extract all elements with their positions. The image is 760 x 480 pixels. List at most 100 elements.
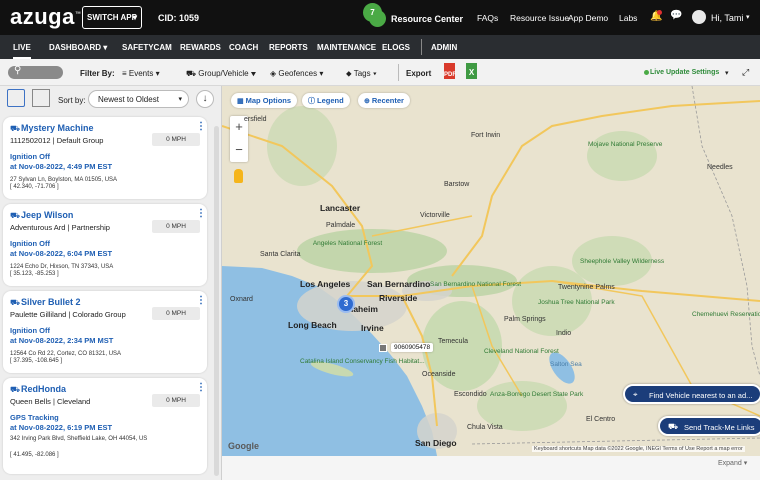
live-status-icon bbox=[644, 70, 649, 75]
legend-button[interactable]: ⓘ Legend bbox=[302, 93, 350, 108]
map-label: Temecula bbox=[438, 338, 468, 345]
grid-view-icon[interactable] bbox=[32, 89, 50, 107]
vehicle-cluster-marker[interactable]: 3 bbox=[337, 295, 355, 313]
nav-maintenance[interactable]: MAINTENANCE bbox=[317, 43, 376, 52]
chevron-down-icon: ▾ bbox=[319, 69, 324, 78]
events-filter[interactable]: ≡ Events ▾ bbox=[122, 69, 160, 78]
vehicle-timestamp: at Nov-08-2022, 6:19 PM EST bbox=[10, 423, 113, 432]
map-label: Mojave National Preserve bbox=[588, 141, 663, 148]
chevron-down-icon: ▾ bbox=[155, 69, 160, 78]
app-demo-link[interactable]: App Demo bbox=[568, 13, 608, 23]
vehicle-coordinates: [ 41.495, -82.086 ] bbox=[10, 452, 59, 458]
list-view-icon[interactable] bbox=[7, 89, 25, 107]
recenter-button[interactable]: ⊕ Recenter bbox=[358, 93, 410, 108]
faqs-link[interactable]: FAQs bbox=[477, 13, 498, 23]
vehicle-name[interactable]: Jeep Wilson bbox=[21, 210, 73, 220]
expand-button[interactable]: Expand ▾ bbox=[718, 459, 747, 467]
sort-direction-button[interactable]: ↓ bbox=[196, 90, 214, 108]
vehicle-coordinates: [ 42.340, -71.706 ] bbox=[10, 184, 59, 190]
find-vehicle-nearest-button[interactable]: ⌖ Find Vehicle nearest to an ad... bbox=[623, 384, 760, 404]
group-vehicle-filter[interactable]: ⛟ Group/Vehicle ▾ bbox=[186, 69, 256, 79]
chevron-down-icon[interactable]: ▾ bbox=[746, 13, 750, 21]
map-view[interactable]: ▦ Map Options ⓘ Legend ⊕ Recenter + − ersfi… bbox=[222, 86, 760, 456]
resource-center-link[interactable]: Resource Center bbox=[391, 14, 463, 24]
labs-link[interactable]: Labs bbox=[619, 13, 637, 23]
vehicle-group: 1112502012 | Default Group bbox=[10, 136, 104, 145]
vehicle-timestamp: at Nov-08-2022, 6:04 PM EST bbox=[10, 249, 113, 258]
switch-app-button[interactable]: SWITCH APP ▾ bbox=[82, 6, 142, 29]
vehicle-status: Ignition Off bbox=[10, 326, 50, 335]
speed-badge: 0 MPH bbox=[152, 133, 200, 146]
user-greeting[interactable]: Hi, Tami bbox=[711, 13, 743, 23]
vehicle-group: Adventurous Ard | Partnership bbox=[10, 223, 110, 232]
geofences-filter[interactable]: ◈ Geofences ▾ bbox=[270, 69, 323, 78]
nav-elogs[interactable]: ELOGS bbox=[382, 43, 410, 52]
map-label: Los Angeles bbox=[300, 279, 351, 289]
map-footer: Expand ▾ bbox=[222, 456, 760, 480]
vehicle-list-panel: Sort by: Newest to Oldest ▾ ↓ ⛟ Mystery M… bbox=[0, 86, 222, 480]
map-label: Santa Clarita bbox=[260, 251, 301, 258]
azuga-logo[interactable]: azuga™ bbox=[10, 4, 81, 30]
chevron-down-icon: ▾ bbox=[250, 69, 257, 78]
excel-export-icon[interactable]: X bbox=[466, 63, 477, 79]
live-update-settings[interactable]: Live Update Settings bbox=[650, 69, 719, 76]
send-track-me-button[interactable]: ⛟ Send Track-Me Links bbox=[658, 416, 760, 436]
nav-rewards[interactable]: REWARDS bbox=[180, 43, 221, 52]
tags-filter[interactable]: ⬥ Tags ▾ bbox=[346, 69, 377, 79]
map-attribution[interactable]: Keyboard shortcuts Map data ©2022 Google… bbox=[532, 446, 745, 452]
vehicle-address: 27 Sylvan Ln, Boylston, MA 01505, USA bbox=[10, 177, 118, 183]
chevron-down-icon: ▾ bbox=[132, 13, 137, 22]
google-logo: Google bbox=[228, 441, 259, 451]
resource-issue-link[interactable]: Resource Issue bbox=[510, 13, 569, 23]
fullscreen-icon[interactable]: ⤢ bbox=[742, 67, 749, 78]
vehicle-address: 342 Irving Park Blvd, Sheffield Lake, OH… bbox=[10, 436, 148, 442]
avatar[interactable] bbox=[692, 10, 706, 24]
nav-safetycam[interactable]: SAFETYCAM bbox=[122, 43, 172, 52]
zoom-out-button[interactable]: − bbox=[230, 140, 248, 162]
more-options-icon[interactable]: ⋮ bbox=[196, 208, 206, 219]
pdf-export-icon[interactable]: PDF bbox=[444, 63, 456, 79]
vehicle-marker-icon[interactable] bbox=[379, 344, 387, 352]
filter-divider bbox=[398, 64, 399, 81]
vehicle-card[interactable]: ⛟ Mystery Machine ⋮ 1112502012 | Default… bbox=[3, 117, 207, 199]
map-label: Lancaster bbox=[320, 203, 361, 213]
nav-coach[interactable]: COACH bbox=[229, 43, 258, 52]
vehicle-name[interactable]: Silver Bullet 2 bbox=[21, 297, 81, 307]
vehicle-marker-label[interactable]: 9060905478 bbox=[391, 343, 434, 352]
vehicle-name[interactable]: RedHonda bbox=[21, 384, 66, 394]
vehicle-group: Paulette Gilliland | Colorado Group bbox=[10, 310, 126, 319]
vehicle-card[interactable]: ⛟ Silver Bullet 2 ⋮ Paulette Gilliland |… bbox=[3, 291, 207, 373]
nav-admin[interactable]: ADMIN bbox=[431, 43, 457, 52]
sort-label: Sort by: bbox=[58, 96, 86, 105]
map-options-button[interactable]: ▦ Map Options bbox=[231, 93, 298, 108]
map-label: El Centro bbox=[586, 416, 616, 423]
sidebar-scrollbar[interactable] bbox=[214, 126, 219, 476]
sort-select[interactable]: Newest to Oldest ▾ bbox=[88, 90, 189, 108]
more-options-icon[interactable]: ⋮ bbox=[196, 295, 206, 306]
map-label: Twentynine Palms bbox=[558, 284, 615, 291]
car-icon: ⛟ bbox=[10, 298, 21, 307]
chevron-down-icon[interactable]: ▾ bbox=[725, 69, 729, 77]
location-search-icon: ⌖ bbox=[633, 390, 638, 399]
map-label: Anza-Borrego Desert State Park bbox=[490, 391, 584, 398]
vehicle-timestamp: at Nov-08-2022, 2:34 PM MST bbox=[10, 336, 114, 345]
car-icon: ⛟ bbox=[10, 211, 21, 220]
map-label: Irvine bbox=[361, 323, 384, 333]
vehicle-name[interactable]: Mystery Machine bbox=[21, 123, 94, 133]
more-options-icon[interactable]: ⋮ bbox=[196, 121, 206, 132]
map-label: San Diego bbox=[415, 438, 457, 448]
street-view-pegman-icon[interactable] bbox=[234, 169, 243, 183]
nav-reports[interactable]: REPORTS bbox=[269, 43, 308, 52]
map-label: Victorville bbox=[420, 212, 450, 219]
recenter-icon: ⊕ bbox=[364, 98, 370, 105]
search-input[interactable]: ⚲ bbox=[8, 65, 63, 79]
nav-dashboard[interactable]: DASHBOARD ▾ bbox=[49, 43, 107, 52]
chevron-down-icon: ▾ bbox=[372, 69, 377, 78]
more-options-icon[interactable]: ⋮ bbox=[196, 382, 206, 393]
vehicle-card[interactable]: ⛟ Jeep Wilson ⋮ Adventurous Ard | Partne… bbox=[3, 204, 207, 286]
chat-icon[interactable]: 💬 bbox=[670, 10, 682, 21]
vehicle-card[interactable]: ⛟ RedHonda ⋮ Queen Bells | Cleveland 0 M… bbox=[3, 378, 207, 474]
vehicle-status: Ignition Off bbox=[10, 152, 50, 161]
chevron-down-icon: ▾ bbox=[743, 460, 748, 467]
nav-live[interactable]: LIVE bbox=[13, 43, 31, 59]
